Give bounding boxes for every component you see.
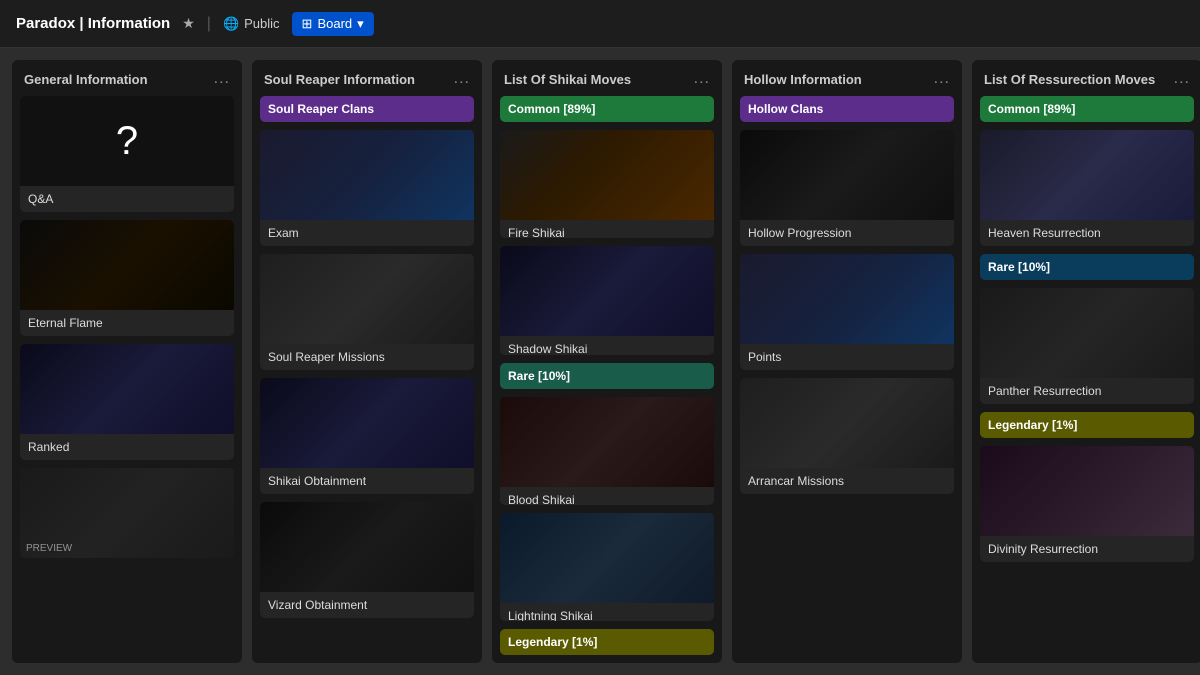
card-hollow-clans[interactable]: Hollow Clans	[740, 96, 954, 122]
column-general: General Information...?Q&AEternal FlameR…	[12, 60, 242, 663]
card-img-heaven-resurrection	[980, 130, 1194, 220]
card-label-heaven-resurrection: Heaven Resurrection	[980, 220, 1194, 246]
card-img-fire-shikai	[500, 130, 714, 220]
card-points[interactable]: Points	[740, 254, 954, 370]
column-menu-hollow[interactable]: ...	[934, 70, 950, 88]
card-exam[interactable]: Exam	[260, 130, 474, 246]
card-img-shadow-shikai	[500, 246, 714, 336]
column-resurrection-moves: List Of Ressurection Moves...Common [89%…	[972, 60, 1200, 663]
card-arrancar-missions[interactable]: Arrancar Missions	[740, 378, 954, 494]
card-label-qa: Q&A	[20, 186, 234, 212]
column-body-shikai-moves: Common [89%] Fire Shikai Shadow Shikai Rare…	[492, 96, 722, 663]
grid-icon: ⊞	[302, 16, 313, 32]
visibility-badge: 🌐 Public	[223, 16, 280, 32]
card-img-hollow-progression	[740, 130, 954, 220]
card-res-common-89[interactable]: Common [89%]	[980, 96, 1194, 122]
column-menu-soul-reaper[interactable]: ...	[454, 70, 470, 88]
board-label: Board	[317, 16, 352, 31]
card-label-arrancar-missions: Arrancar Missions	[740, 468, 954, 494]
column-hollow: Hollow Information...Hollow ClansHollow …	[732, 60, 962, 663]
card-label-soul-reaper-missions: Soul Reaper Missions	[260, 344, 474, 370]
board-area: General Information...?Q&AEternal FlameR…	[0, 48, 1200, 675]
card-img-shikai-obtainment	[260, 378, 474, 468]
column-soul-reaper: Soul Reaper Information...Soul Reaper Cl…	[252, 60, 482, 663]
card-label-vizard-obtainment: Vizard Obtainment	[260, 592, 474, 618]
column-body-hollow: Hollow Clans Hollow Progression Points Arra…	[732, 96, 962, 663]
card-lightning-shikai[interactable]: Lightning Shikai	[500, 513, 714, 621]
card-label-blood-shikai: Blood Shikai	[500, 487, 714, 505]
card-vizard-obtainment[interactable]: Vizard Obtainment	[260, 502, 474, 618]
card-legendary-1-res[interactable]: Legendary [1%]	[980, 412, 1194, 438]
globe-icon: 🌐	[223, 16, 239, 32]
card-label-exam: Exam	[260, 220, 474, 246]
card-panther-resurrection[interactable]: Panther Resurrection	[980, 288, 1194, 404]
card-img-divinity-resurrection	[980, 446, 1194, 536]
qa-icon: ?	[20, 96, 234, 186]
card-shadow-shikai[interactable]: Shadow Shikai	[500, 246, 714, 354]
card-soul-reaper-missions[interactable]: Soul Reaper Missions	[260, 254, 474, 370]
card-rare-10[interactable]: Rare [10%]	[500, 363, 714, 389]
card-label-lightning-shikai: Lightning Shikai	[500, 603, 714, 621]
page-title: Paradox | Information	[16, 15, 170, 32]
column-header-resurrection-moves: List Of Ressurection Moves...	[972, 60, 1200, 96]
column-body-resurrection-moves: Common [89%] Heaven Resurrection Rare [10%…	[972, 96, 1200, 663]
card-guild[interactable]: PREVIEW	[20, 468, 234, 558]
card-common-89[interactable]: Common [89%]	[500, 96, 714, 122]
card-heaven-resurrection[interactable]: Heaven Resurrection	[980, 130, 1194, 246]
card-img-blood-shikai	[500, 397, 714, 487]
column-title-shikai-moves: List Of Shikai Moves	[504, 72, 631, 87]
board-button[interactable]: ⊞ Board ▾	[292, 12, 374, 36]
header: Paradox | Information ★ | 🌐 Public ⊞ Boa…	[0, 0, 1200, 48]
column-menu-shikai-moves[interactable]: ...	[694, 70, 710, 88]
card-label-hollow-progression: Hollow Progression	[740, 220, 954, 246]
chevron-down-icon: ▾	[357, 16, 364, 32]
column-header-hollow: Hollow Information...	[732, 60, 962, 96]
card-fire-shikai[interactable]: Fire Shikai	[500, 130, 714, 238]
card-shikai-obtainment[interactable]: Shikai Obtainment	[260, 378, 474, 494]
card-img-points	[740, 254, 954, 344]
card-label-shikai-obtainment: Shikai Obtainment	[260, 468, 474, 494]
column-body-soul-reaper: Soul Reaper Clans Exam Soul Reaper Mission…	[252, 96, 482, 663]
card-img-arrancar-missions	[740, 378, 954, 468]
card-label-ranked: Ranked	[20, 434, 234, 460]
card-soul-reaper-clans[interactable]: Soul Reaper Clans	[260, 96, 474, 122]
card-blood-shikai[interactable]: Blood Shikai	[500, 397, 714, 505]
card-label-shadow-shikai: Shadow Shikai	[500, 336, 714, 354]
card-legendary-1[interactable]: Legendary [1%]	[500, 629, 714, 655]
card-img-eternal-flame	[20, 220, 234, 310]
column-header-general: General Information...	[12, 60, 242, 96]
card-label-points: Points	[740, 344, 954, 370]
star-icon[interactable]: ★	[182, 15, 195, 32]
card-img-panther-resurrection	[980, 288, 1194, 378]
column-header-soul-reaper: Soul Reaper Information...	[252, 60, 482, 96]
column-shikai-moves: List Of Shikai Moves...Common [89%]Fire …	[492, 60, 722, 663]
column-title-general: General Information	[24, 72, 148, 87]
card-qa[interactable]: ?Q&A	[20, 96, 234, 212]
card-res-rare-10[interactable]: Rare [10%]	[980, 254, 1194, 280]
card-label-fire-shikai: Fire Shikai	[500, 220, 714, 238]
divider: |	[207, 15, 211, 33]
column-body-general: ?Q&A Eternal Flame Ranked PREVIEW	[12, 96, 242, 663]
card-img-soul-reaper-missions	[260, 254, 474, 344]
column-menu-resurrection-moves[interactable]: ...	[1174, 70, 1190, 88]
card-divinity-resurrection[interactable]: Divinity Resurrection	[980, 446, 1194, 562]
card-img-ranked	[20, 344, 234, 434]
visibility-label: Public	[244, 16, 279, 31]
card-hollow-progression[interactable]: Hollow Progression	[740, 130, 954, 246]
card-img-guild: PREVIEW	[20, 468, 234, 558]
card-eternal-flame[interactable]: Eternal Flame	[20, 220, 234, 336]
card-label-eternal-flame: Eternal Flame	[20, 310, 234, 336]
card-img-exam	[260, 130, 474, 220]
column-title-hollow: Hollow Information	[744, 72, 862, 87]
card-ranked[interactable]: Ranked	[20, 344, 234, 460]
card-label-panther-resurrection: Panther Resurrection	[980, 378, 1194, 404]
card-img-lightning-shikai	[500, 513, 714, 603]
column-title-resurrection-moves: List Of Ressurection Moves	[984, 72, 1155, 87]
column-menu-general[interactable]: ...	[214, 70, 230, 88]
card-label-divinity-resurrection: Divinity Resurrection	[980, 536, 1194, 562]
column-header-shikai-moves: List Of Shikai Moves...	[492, 60, 722, 96]
card-img-vizard-obtainment	[260, 502, 474, 592]
column-title-soul-reaper: Soul Reaper Information	[264, 72, 415, 87]
